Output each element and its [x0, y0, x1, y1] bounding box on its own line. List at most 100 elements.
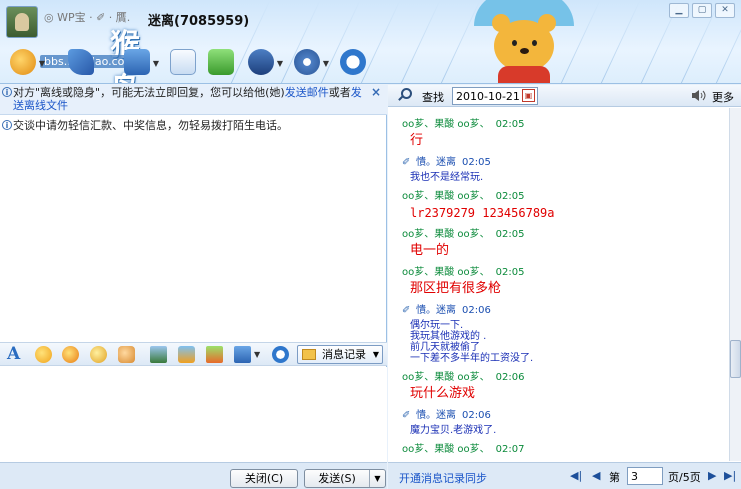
search-label[interactable]: 查找 [422, 89, 444, 105]
soso-icon[interactable] [272, 346, 289, 363]
history-label: 消息记录 [322, 348, 366, 361]
more-button[interactable]: 更多 [712, 89, 734, 105]
screenshot-icon[interactable] [234, 346, 251, 363]
sender-name[interactable]: oo芗、果酸 oo芗、 [402, 444, 490, 455]
last-page-icon[interactable]: ▶| [724, 469, 736, 482]
history-search-bar: 查找 ▣ 更多 [388, 85, 741, 107]
sender-name[interactable]: oo芗、果酸 oo芗、 [402, 372, 490, 383]
sender-name[interactable]: 憒。迷离 [416, 305, 456, 316]
message-text: lr2379279 123456789a [410, 206, 555, 220]
font-icon[interactable]: A [7, 344, 20, 364]
contact-name: 迷离(7085959) [148, 14, 250, 29]
sender-name[interactable]: oo芗、果酸 oo芗、 [402, 191, 490, 202]
sender-name[interactable]: oo芗、果酸 oo芗、 [402, 229, 490, 240]
magic-face-icon[interactable] [62, 346, 79, 363]
sender-name[interactable]: oo芗、果酸 oo芗、 [402, 267, 490, 278]
history-icon [302, 349, 316, 360]
window-controls: ▁ ▢ ✕ [669, 3, 735, 18]
history-sync-link[interactable]: 开通消息记录同步 [399, 470, 487, 486]
chevron-down-icon[interactable]: ▼ [369, 470, 385, 487]
sender-name[interactable]: 憒。迷离 [416, 157, 456, 168]
maximize-icon[interactable]: ▢ [692, 3, 712, 18]
email-icon[interactable] [170, 49, 196, 75]
chat-message: oo芗、果酸 oo芗、 02:07 [402, 440, 729, 461]
sender-name[interactable]: 憒。迷离 [416, 410, 456, 421]
message-text: 一下差不多半年的工资没了. [410, 353, 534, 364]
message-header: oo芗、果酸 oo芗、 02:06 [402, 368, 729, 385]
create-group-icon[interactable] [208, 49, 234, 75]
chat-log: oo芗、果酸 oo芗、 02:05 行 ✐ 憒。迷离 02:05 我也不是经常玩. oo芗、果… [388, 108, 729, 461]
message-text: 行 [410, 133, 424, 148]
offline-notice: i 对方"离线或隐身"，可能无法立即回复，您可以给他(她)发送邮件或者发送离线文… [0, 85, 387, 115]
send-file-icon[interactable]: ▼ [124, 49, 159, 75]
voice-call-icon[interactable] [68, 49, 94, 75]
message-time: 02:05 [495, 119, 525, 130]
voice-message-icon[interactable] [118, 346, 135, 363]
message-time: 02:07 [495, 444, 525, 455]
chat-message: oo芗、果酸 oo芗、 02:05 电一的 [402, 225, 729, 263]
send-image-icon[interactable] [150, 346, 167, 363]
pen-icon: ✐ [402, 157, 411, 168]
first-page-icon[interactable]: ◀| [570, 469, 582, 482]
message-header: oo芗、果酸 oo芗、 02:07 [402, 440, 729, 457]
message-text: 我也不是经常玩. [410, 172, 484, 183]
chevron-down-icon[interactable]: ▼ [254, 350, 260, 359]
music-icon[interactable] [178, 346, 195, 363]
chevron-down-icon: ▼ [372, 350, 379, 359]
info-icon: i [2, 87, 12, 97]
scrollbar[interactable] [729, 108, 741, 461]
compose-pane: i 对方"离线或隐身"，可能无法立即回复，您可以给他(她)发送邮件或者发送离线文… [0, 85, 387, 489]
soso-search-icon[interactable] [340, 49, 366, 75]
speaker-icon[interactable] [691, 89, 706, 102]
settings-gear-icon[interactable]: ▼ [294, 49, 329, 75]
message-text: 我玩其他游戏的 . [410, 331, 487, 342]
message-time: 02:05 [495, 191, 525, 202]
safety-tip: i 交谈中请勿轻信汇款、中奖信息，勿轻易拨打陌生电话。 [0, 119, 288, 132]
send-label: 发送(S) [318, 472, 356, 485]
chat-message: oo芗、果酸 oo芗、 02:05 行 [402, 115, 729, 153]
message-history-button[interactable]: 消息记录 ▼ [297, 345, 383, 364]
message-input[interactable] [0, 367, 387, 462]
close-icon[interactable]: × [371, 86, 381, 99]
scrollbar-thumb[interactable] [730, 340, 741, 378]
shake-window-icon[interactable] [90, 346, 107, 363]
message-time: 02:06 [462, 410, 491, 421]
message-header: oo芗、果酸 oo芗、 02:05 [402, 263, 729, 280]
send-email-link[interactable]: 发送邮件 [285, 86, 329, 99]
next-page-icon[interactable]: ▶ [708, 469, 716, 482]
message-text [402, 457, 729, 461]
close-button[interactable]: 关闭(C) [230, 469, 298, 488]
chat-message: ✐ 憒。迷离 02:05 我也不是经常玩. [402, 153, 729, 187]
message-time: 02:06 [462, 305, 491, 316]
message-header: oo芗、果酸 oo芗、 02:05 [402, 225, 729, 242]
calendar-icon[interactable]: ▣ [522, 89, 535, 102]
send-bar: 关闭(C) 发送(S) ▼ [0, 462, 387, 489]
video-call-icon[interactable]: ▼ [10, 49, 45, 75]
sender-name[interactable]: oo芗、果酸 oo芗、 [402, 119, 490, 130]
page-total: 页/5页 [668, 471, 701, 484]
minimize-icon[interactable]: ▁ [669, 3, 689, 18]
message-header: ✐ 憒。迷离 02:06 [402, 406, 729, 423]
message-time: 02:05 [495, 229, 525, 240]
page-number-input[interactable] [627, 467, 663, 485]
send-button[interactable]: 发送(S) ▼ [304, 469, 386, 488]
message-header: oo芗、果酸 oo芗、 02:05 [402, 115, 729, 132]
emoticon-icon[interactable] [35, 346, 52, 363]
search-icon[interactable] [401, 88, 412, 99]
contact-avatar[interactable] [6, 6, 38, 38]
close-icon[interactable]: ✕ [715, 3, 735, 18]
prev-page-icon[interactable]: ◀ [592, 469, 600, 482]
format-toolbar: A ▼ 消息记录 ▼ [0, 342, 387, 366]
message-text: 偶尔玩一下. [410, 320, 464, 331]
chat-message: ✐ 憒。迷离 02:06 偶尔玩一下. 我玩其他游戏的 . 前几天就被偷了 一下差不多半年的… [402, 301, 729, 368]
message-time: 02:05 [495, 267, 525, 278]
remote-assist-icon[interactable]: ▼ [248, 49, 283, 75]
gift-icon[interactable] [206, 346, 223, 363]
message-time: 02:05 [462, 157, 491, 168]
message-header: ✐ 憒。迷离 02:06 [402, 301, 729, 318]
history-footer: 开通消息记录同步 ◀| ◀ 第 页/5页 ▶ ▶| [388, 462, 741, 489]
chat-message: oo芗、果酸 oo芗、 02:05 那区把有很多枪 [402, 263, 729, 301]
message-text: 前几天就被偷了 [410, 342, 480, 353]
notice-text: 对方"离线或隐身"，可能无法立即回复，您可以给他(她) [13, 86, 285, 99]
page-label: 第 [609, 471, 620, 484]
